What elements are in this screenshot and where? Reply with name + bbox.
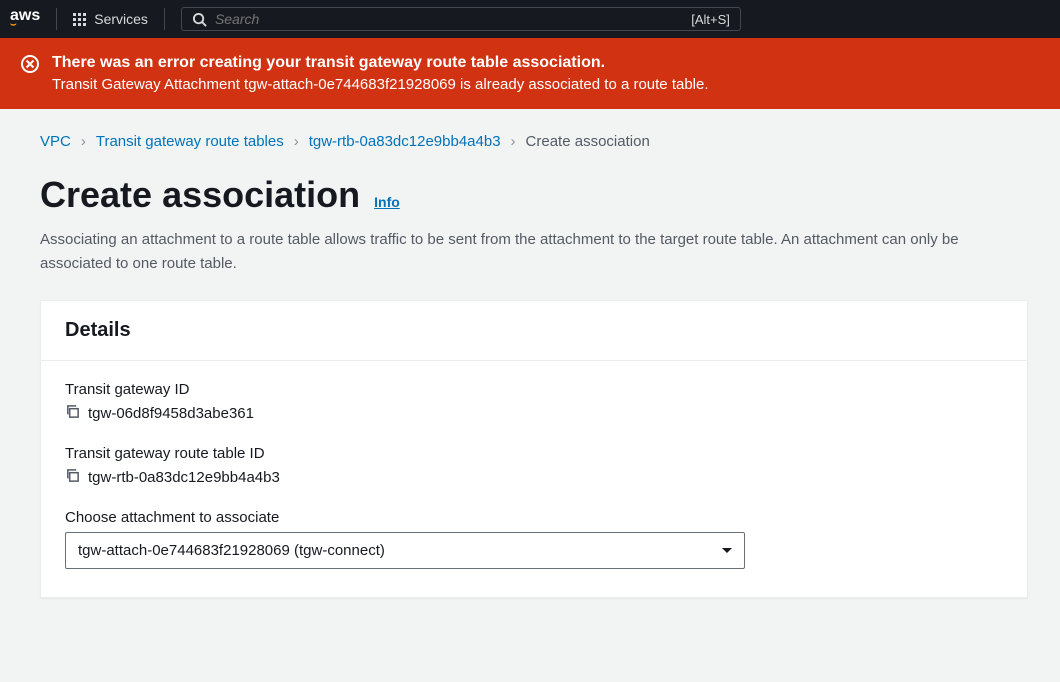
services-label: Services [94, 11, 148, 27]
services-menu-button[interactable]: Services [73, 11, 148, 27]
tgw-id-label: Transit gateway ID [65, 381, 1003, 398]
attachment-label: Choose attachment to associate [65, 509, 1003, 526]
breadcrumb-current: Create association [526, 133, 650, 150]
chevron-right-icon: › [81, 133, 86, 150]
details-panel: Details Transit gateway ID tgw-06d8f9458… [40, 300, 1028, 598]
search-shortcut: [Alt+S] [691, 12, 730, 27]
global-search[interactable]: [Alt+S] [181, 7, 741, 31]
aws-logo[interactable]: aws ⌣ [10, 10, 40, 28]
attachment-select[interactable]: tgw-attach-0e744683f21928069 (tgw-connec… [65, 532, 745, 569]
search-input[interactable] [215, 11, 683, 27]
breadcrumb-link-vpc[interactable]: VPC [40, 133, 71, 150]
search-icon [192, 12, 207, 27]
field-rtb-id: Transit gateway route table ID tgw-rtb-0… [65, 445, 1003, 487]
field-tgw-id: Transit gateway ID tgw-06d8f9458d3abe361 [65, 381, 1003, 423]
copy-icon[interactable] [65, 468, 80, 487]
nav-separator [164, 8, 165, 30]
rtb-id-value: tgw-rtb-0a83dc12e9bb4a4b3 [88, 469, 280, 486]
error-icon [20, 54, 40, 79]
attachment-select-wrap: tgw-attach-0e744683f21928069 (tgw-connec… [65, 532, 745, 569]
copy-icon[interactable] [65, 404, 80, 423]
breadcrumb: VPC › Transit gateway route tables › tgw… [40, 133, 1028, 150]
page-title: Create association [40, 174, 360, 216]
error-text: There was an error creating your transit… [52, 54, 709, 93]
info-link[interactable]: Info [374, 194, 400, 210]
page-description: Associating an attachment to a route tab… [40, 228, 1000, 276]
breadcrumb-link-route-tables[interactable]: Transit gateway route tables [96, 133, 284, 150]
panel-title: Details [65, 319, 1003, 342]
page-title-row: Create association Info [40, 174, 1028, 216]
tgw-id-value: tgw-06d8f9458d3abe361 [88, 405, 254, 422]
chevron-right-icon: › [294, 133, 299, 150]
error-title: There was an error creating your transit… [52, 54, 709, 72]
top-nav: aws ⌣ Services [Alt+S] [0, 0, 1060, 38]
breadcrumb-link-rtb-id[interactable]: tgw-rtb-0a83dc12e9bb4a4b3 [309, 133, 501, 150]
rtb-id-value-row: tgw-rtb-0a83dc12e9bb4a4b3 [65, 468, 1003, 487]
field-attachment: Choose attachment to associate tgw-attac… [65, 509, 1003, 569]
chevron-right-icon: › [511, 133, 516, 150]
grid-icon [73, 13, 86, 26]
panel-header: Details [41, 301, 1027, 361]
panel-body: Transit gateway ID tgw-06d8f9458d3abe361… [41, 361, 1027, 597]
error-detail: Transit Gateway Attachment tgw-attach-0e… [52, 76, 709, 93]
aws-logo-swoosh: ⌣ [10, 21, 40, 28]
tgw-id-value-row: tgw-06d8f9458d3abe361 [65, 404, 1003, 423]
rtb-id-label: Transit gateway route table ID [65, 445, 1003, 462]
main-content: VPC › Transit gateway route tables › tgw… [0, 109, 1060, 598]
nav-separator [56, 8, 57, 30]
error-banner: There was an error creating your transit… [0, 38, 1060, 109]
